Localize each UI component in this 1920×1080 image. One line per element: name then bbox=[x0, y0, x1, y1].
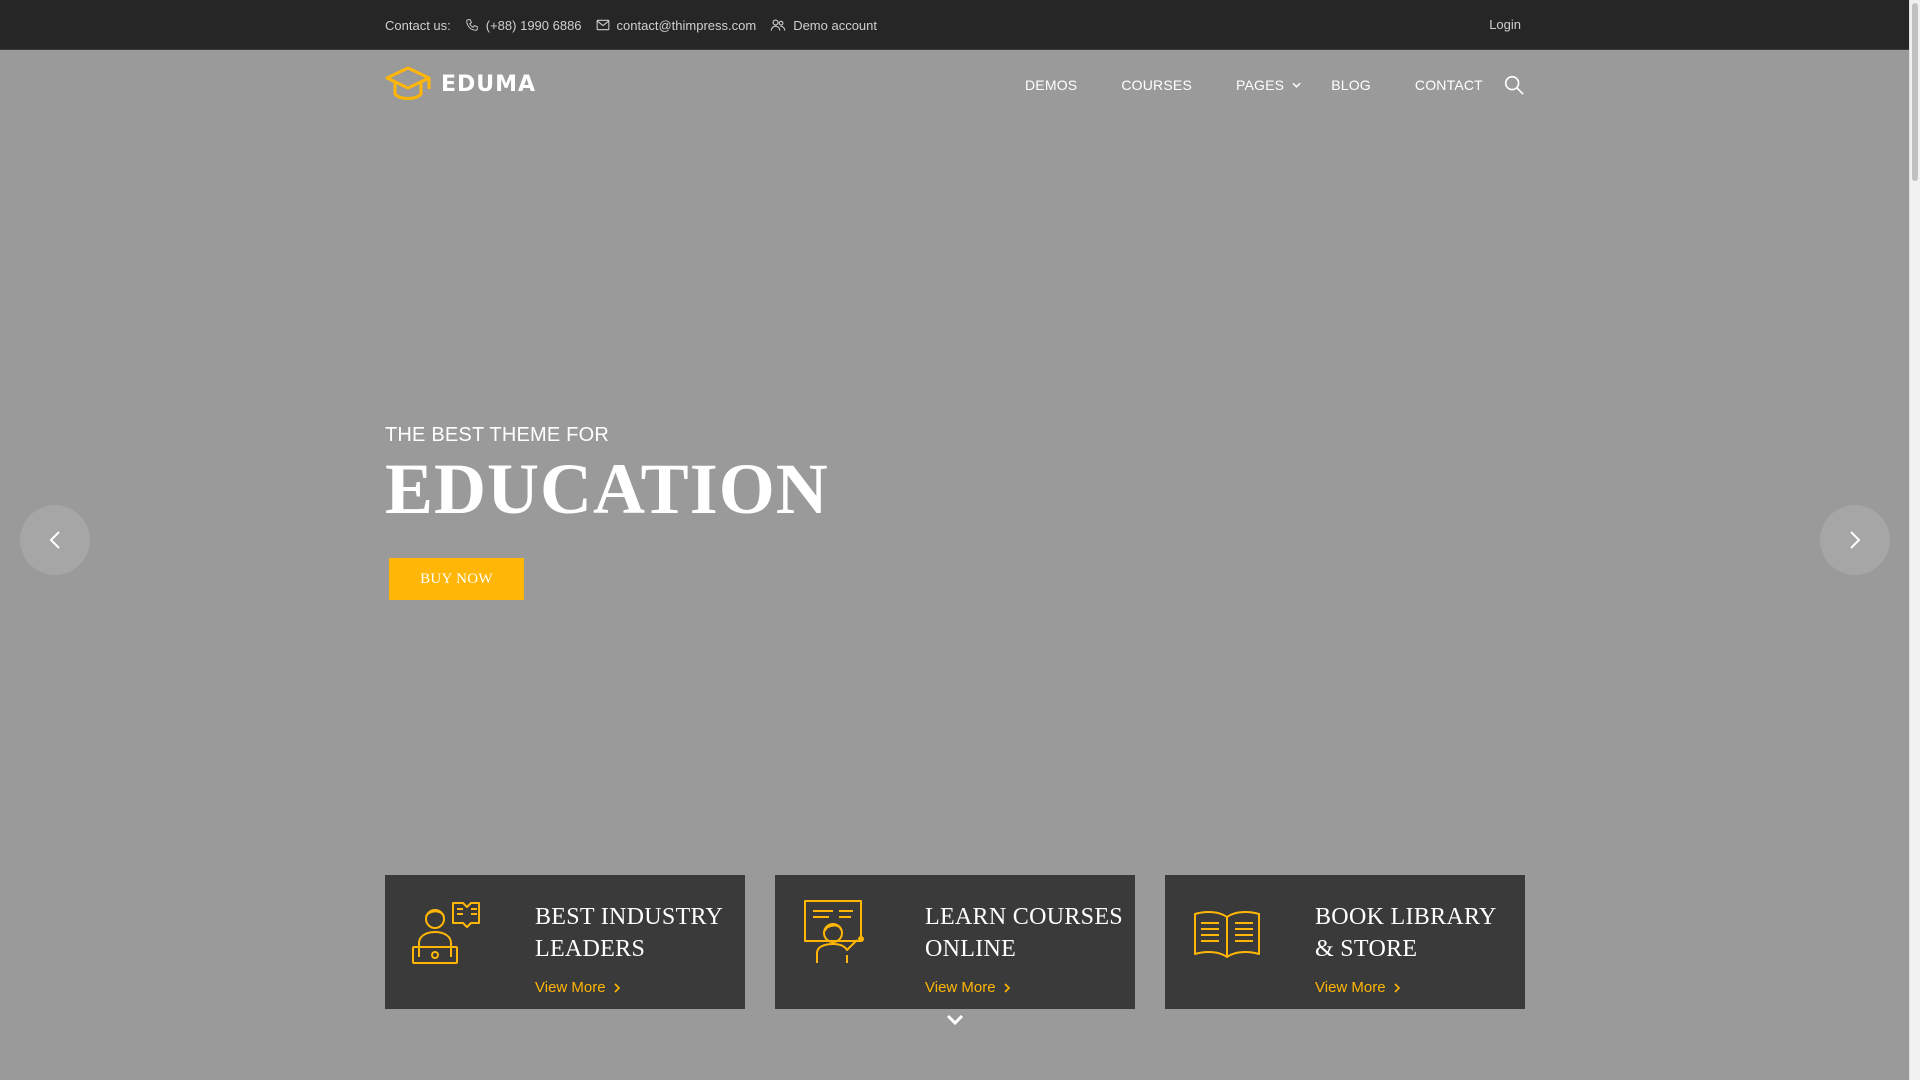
view-more-link-library[interactable]: View More bbox=[1315, 979, 1400, 996]
site-logo[interactable]: EDUMA bbox=[385, 65, 536, 103]
chevron-right-icon bbox=[1004, 982, 1010, 993]
feature-title-library: BOOK LIBRARY & STORE bbox=[1315, 904, 1496, 962]
top-bar-inner: Contact us: (+88) 1990 6886 contact@thim… bbox=[385, 0, 1525, 50]
graduation-cap-icon bbox=[385, 66, 431, 100]
slider-prev-button[interactable] bbox=[20, 505, 90, 575]
nav-pages-label: PAGES bbox=[1235, 77, 1285, 93]
email-link[interactable]: contact@thimpress.com bbox=[596, 17, 757, 33]
logo-text: EDUMA bbox=[441, 71, 537, 97]
open-book-icon bbox=[1191, 909, 1263, 966]
feature-box-courses[interactable]: LEARN COURSES ONLINE View More bbox=[775, 875, 1135, 1009]
page-scrollbar[interactable] bbox=[1909, 0, 1920, 1080]
chevron-right-icon bbox=[614, 982, 620, 993]
users-icon bbox=[770, 19, 786, 31]
email-address: contact@thimpress.com bbox=[616, 17, 757, 33]
view-more-label: View More bbox=[535, 979, 606, 996]
phone-icon bbox=[466, 19, 478, 31]
feature-title-leaders: BEST INDUSTRY LEADERS bbox=[535, 904, 723, 962]
buy-now-button[interactable]: BUY NOW bbox=[389, 558, 524, 600]
feature-box-leaders[interactable]: BEST INDUSTRY LEADERS View More bbox=[385, 875, 745, 1009]
nav-pages[interactable]: PAGES bbox=[1236, 77, 1301, 93]
hero-headline: EDUCATION bbox=[385, 449, 829, 529]
view-more-link-courses[interactable]: View More bbox=[925, 979, 1010, 996]
feature-box-library[interactable]: BOOK LIBRARY & STORE View More bbox=[1165, 875, 1525, 1009]
arrow-right-icon bbox=[1850, 531, 1861, 549]
nav-blog[interactable]: BLOG bbox=[1331, 77, 1371, 93]
feature-title-courses: LEARN COURSES ONLINE bbox=[925, 904, 1123, 962]
slider-next-button[interactable] bbox=[1820, 505, 1890, 575]
contact-label: Contact us: bbox=[385, 17, 451, 33]
search-button[interactable] bbox=[1503, 74, 1525, 101]
demo-account-label: Demo account bbox=[793, 17, 878, 33]
leader-laptop-icon bbox=[407, 897, 483, 978]
main-nav: DEMOS COURSES PAGES BLOG CONTACT bbox=[1025, 50, 1527, 120]
chevron-down-icon bbox=[946, 1014, 964, 1026]
page-viewport: Contact us: (+88) 1990 6886 contact@thim… bbox=[0, 0, 1909, 1080]
mail-icon bbox=[596, 19, 609, 31]
scroll-down-button[interactable] bbox=[946, 1013, 964, 1031]
nav-contact[interactable]: CONTACT bbox=[1415, 77, 1483, 93]
arrow-left-icon bbox=[49, 531, 60, 549]
site-header: EDUMA DEMOS COURSES PAGES BLOG CONTACT bbox=[0, 50, 1909, 120]
teacher-board-icon bbox=[803, 897, 871, 970]
login-link[interactable]: Login bbox=[1489, 17, 1521, 32]
search-icon bbox=[1504, 75, 1524, 95]
view-more-link-leaders[interactable]: View More bbox=[535, 979, 620, 996]
view-more-label: View More bbox=[1315, 979, 1386, 996]
nav-demos[interactable]: DEMOS bbox=[1025, 77, 1077, 93]
nav-courses[interactable]: COURSES bbox=[1121, 77, 1192, 93]
chevron-right-icon bbox=[1394, 982, 1400, 993]
view-more-label: View More bbox=[925, 979, 996, 996]
chevron-down-icon bbox=[1292, 82, 1301, 88]
demo-account-link[interactable]: Demo account bbox=[770, 18, 877, 33]
phone-link[interactable]: (+88) 1990 6886 bbox=[465, 18, 582, 33]
top-bar: Contact us: (+88) 1990 6886 contact@thim… bbox=[0, 0, 1909, 50]
scrollbar-thumb[interactable] bbox=[1912, 3, 1918, 181]
hero-text: THE BEST THEME FOR EDUCATION bbox=[385, 424, 829, 525]
phone-number: (+88) 1990 6886 bbox=[485, 17, 582, 33]
hero-kicker: THE BEST THEME FOR bbox=[385, 424, 610, 446]
